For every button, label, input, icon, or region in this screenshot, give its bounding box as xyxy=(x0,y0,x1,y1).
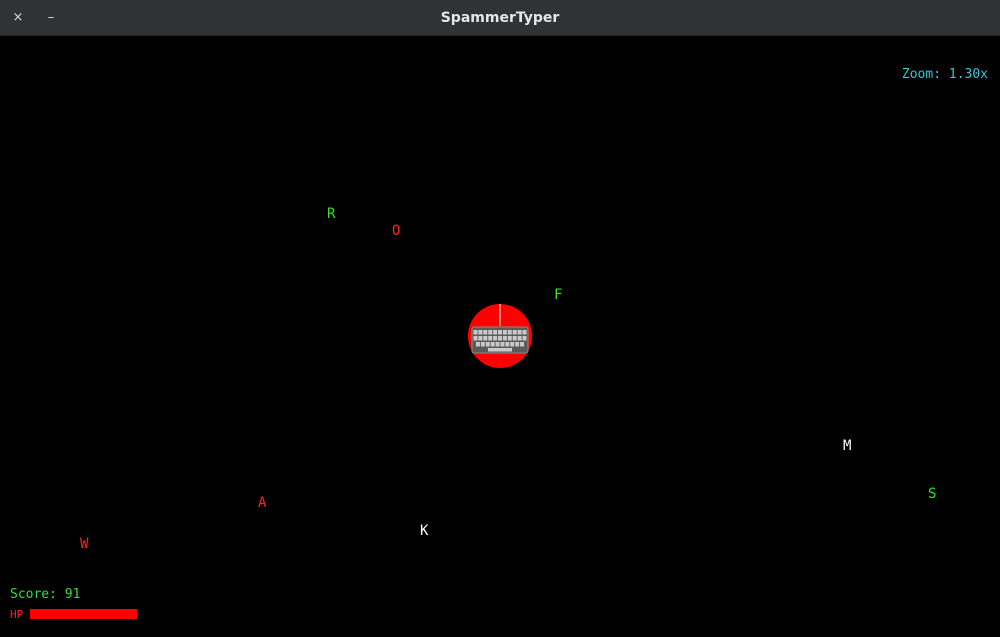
keyboard-key xyxy=(488,336,493,341)
keyboard-key xyxy=(473,336,478,341)
enemy-letter: S xyxy=(928,486,937,502)
keyboard-key xyxy=(517,336,522,341)
hp-label: HP xyxy=(10,608,24,621)
zoom-readout: Zoom: 1.30x xyxy=(901,67,988,82)
keyboard-key xyxy=(500,342,505,347)
app-window: × – SpammerTyper Zoom: 1.30x R O F M S A… xyxy=(0,0,1000,637)
keyboard-key xyxy=(510,342,515,347)
keyboard-key xyxy=(478,330,483,335)
keyboard-key xyxy=(522,336,527,341)
keyboard-key xyxy=(490,342,495,347)
keyboard-key xyxy=(478,336,483,341)
keyboard-key xyxy=(502,330,507,335)
keyboard-spacebar xyxy=(488,348,512,352)
player-keyboard-icon xyxy=(468,304,532,368)
keyboard-key xyxy=(517,330,522,335)
keyboard-key xyxy=(493,336,498,341)
enemy-letter: K xyxy=(420,523,429,539)
enemy-letter: A xyxy=(258,495,267,511)
keyboard-key xyxy=(505,342,510,347)
keyboard-key xyxy=(488,330,493,335)
keyboard-key xyxy=(498,336,502,341)
keyboard-key xyxy=(483,330,488,335)
game-canvas[interactable]: Zoom: 1.30x R O F M S A K W Score: 91 HP xyxy=(0,36,1000,637)
title-bar: × – SpammerTyper xyxy=(0,0,1000,36)
keyboard-key xyxy=(493,330,498,335)
hp-bar xyxy=(30,609,137,619)
window-title: SpammerTyper xyxy=(440,10,560,26)
enemy-letter: M xyxy=(843,438,852,454)
keyboard-key xyxy=(480,342,485,347)
keyboard-key xyxy=(475,342,480,347)
enemy-letter: W xyxy=(80,536,89,552)
keyboard-key xyxy=(473,330,478,335)
keyboard-key xyxy=(502,336,507,341)
keyboard-key xyxy=(485,342,490,347)
keyboard-key xyxy=(507,336,512,341)
keyboard-key xyxy=(512,330,517,335)
enemy-letter: O xyxy=(392,223,401,239)
keyboard-key xyxy=(498,330,502,335)
hp-bar-fill xyxy=(30,609,137,619)
keyboard-key xyxy=(512,336,517,341)
enemy-letter: R xyxy=(327,206,336,222)
enemy-letter: F xyxy=(554,287,563,303)
keyboard-key xyxy=(495,342,500,347)
keyboard-key xyxy=(522,330,527,335)
keyboard-key xyxy=(507,330,512,335)
keyboard-key xyxy=(515,342,520,347)
score-text: Score: 91 xyxy=(10,587,81,602)
keyboard-key xyxy=(483,336,488,341)
keyboard-key xyxy=(520,342,525,347)
